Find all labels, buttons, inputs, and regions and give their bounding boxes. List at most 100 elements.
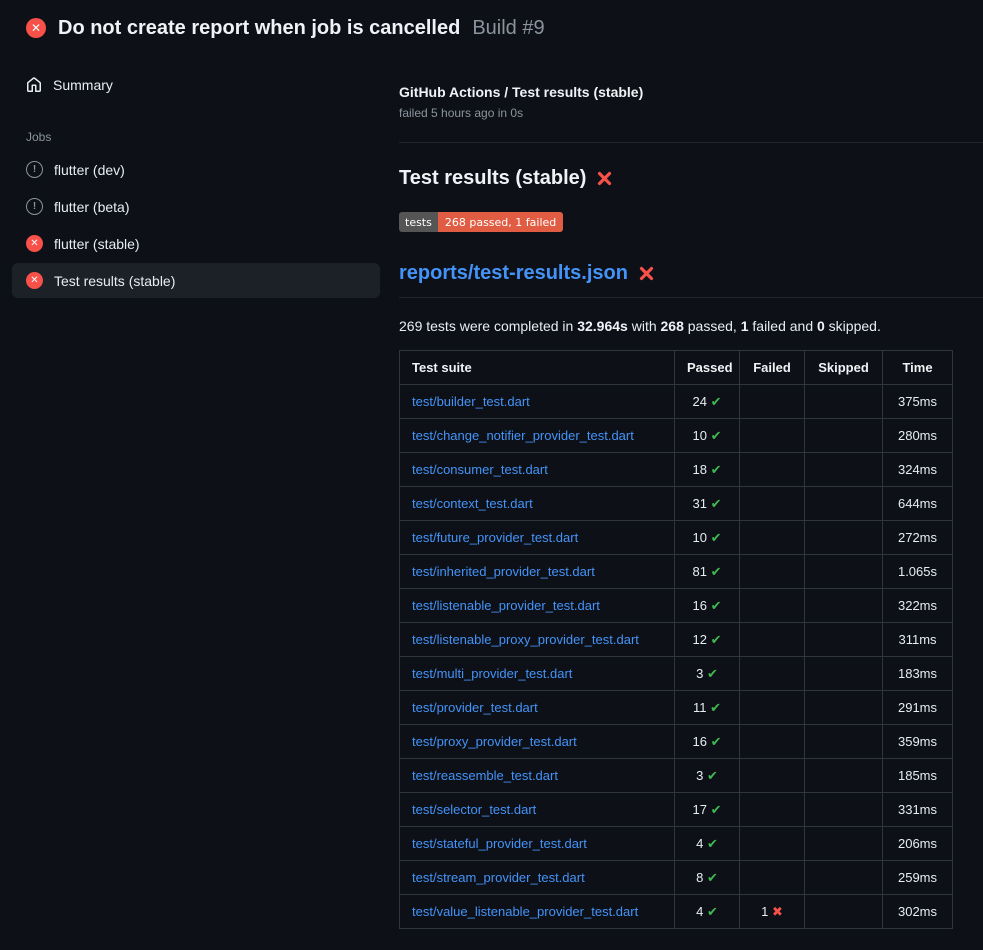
sidebar-item-test-results-stable[interactable]: ✕ Test results (stable) <box>12 263 380 298</box>
failed-cell <box>740 521 805 555</box>
report-file-link[interactable]: reports/test-results.json <box>399 262 628 285</box>
sidebar-item-label: flutter (stable) <box>54 236 140 252</box>
skipped-cell <box>805 657 883 691</box>
column-header-passed: Passed <box>675 351 740 385</box>
passed-cell: 16 ✔ <box>675 589 740 623</box>
skipped-cell <box>805 555 883 589</box>
sidebar-item-flutter-stable[interactable]: ✕ flutter (stable) <box>12 226 380 261</box>
table-row: test/listenable_proxy_provider_test.dart… <box>400 623 953 657</box>
skipped-cell <box>805 827 883 861</box>
test-suite-link[interactable]: test/stream_provider_test.dart <box>412 870 585 885</box>
column-header-skipped: Skipped <box>805 351 883 385</box>
skipped-cell <box>805 623 883 657</box>
passed-cell: 11 ✔ <box>675 691 740 725</box>
check-icon: ✔ <box>711 564 722 579</box>
skipped-cell <box>805 895 883 929</box>
skipped-cell <box>805 691 883 725</box>
badge-value: 268 passed, 1 failed <box>438 212 563 232</box>
check-icon: ✔ <box>707 904 718 919</box>
time-cell: 185ms <box>883 759 953 793</box>
skipped-cell <box>805 861 883 895</box>
failed-cell <box>740 385 805 419</box>
failed-cell <box>740 623 805 657</box>
sidebar-item-flutter-beta[interactable]: ! flutter (beta) <box>12 189 380 224</box>
x-circle-fill-icon: ✕ <box>26 272 43 289</box>
suite-cell: test/inherited_provider_test.dart <box>400 555 675 589</box>
failed-cell <box>740 657 805 691</box>
skipped-cell <box>805 385 883 419</box>
time-cell: 1.065s <box>883 555 953 589</box>
skipped-cell <box>805 725 883 759</box>
sidebar-item-label: flutter (dev) <box>54 162 125 178</box>
test-suite-link[interactable]: test/context_test.dart <box>412 496 533 511</box>
test-suite-link[interactable]: test/consumer_test.dart <box>412 462 548 477</box>
suite-cell: test/provider_test.dart <box>400 691 675 725</box>
check-icon: ✔ <box>711 802 722 817</box>
suite-cell: test/consumer_test.dart <box>400 453 675 487</box>
sidebar-item-flutter-dev[interactable]: ! flutter (dev) <box>12 152 380 187</box>
time-cell: 302ms <box>883 895 953 929</box>
table-row: test/builder_test.dart24 ✔375ms <box>400 385 953 419</box>
skipped-cell <box>805 487 883 521</box>
failed-cell <box>740 759 805 793</box>
test-suite-link[interactable]: test/builder_test.dart <box>412 394 530 409</box>
main-content: GitHub Actions / Test results (stable) f… <box>399 84 983 929</box>
failed-cell <box>740 793 805 827</box>
passed-cell: 81 ✔ <box>675 555 740 589</box>
test-summary-line: 269 tests were completed in 32.964s with… <box>399 318 983 334</box>
check-icon: ✔ <box>707 666 718 681</box>
test-suite-link[interactable]: test/proxy_provider_test.dart <box>412 734 577 749</box>
skipped-cell <box>805 453 883 487</box>
check-icon: ✔ <box>711 496 722 511</box>
time-cell: 280ms <box>883 419 953 453</box>
suite-cell: test/context_test.dart <box>400 487 675 521</box>
time-cell: 291ms <box>883 691 953 725</box>
failed-x-icon <box>638 265 655 282</box>
table-row: test/multi_provider_test.dart3 ✔183ms <box>400 657 953 691</box>
test-suite-link[interactable]: test/selector_test.dart <box>412 802 536 817</box>
tests-badge: tests 268 passed, 1 failed <box>399 212 563 232</box>
time-cell: 272ms <box>883 521 953 555</box>
build-number: Build #9 <box>472 17 544 40</box>
test-suite-link[interactable]: test/future_provider_test.dart <box>412 530 578 545</box>
sidebar-item-summary[interactable]: Summary <box>12 68 380 102</box>
test-suite-link[interactable]: test/inherited_provider_test.dart <box>412 564 595 579</box>
summary-passed-count: 268 <box>661 318 684 334</box>
table-row: test/proxy_provider_test.dart16 ✔359ms <box>400 725 953 759</box>
failed-cell <box>740 691 805 725</box>
check-icon: ✔ <box>711 394 722 409</box>
test-suite-link[interactable]: test/stateful_provider_test.dart <box>412 836 587 851</box>
check-icon: ✔ <box>711 734 722 749</box>
passed-cell: 17 ✔ <box>675 793 740 827</box>
failed-cell <box>740 453 805 487</box>
check-icon: ✔ <box>710 700 721 715</box>
passed-cell: 12 ✔ <box>675 623 740 657</box>
failed-cell <box>740 861 805 895</box>
table-row: test/stream_provider_test.dart8 ✔259ms <box>400 861 953 895</box>
passed-cell: 18 ✔ <box>675 453 740 487</box>
suite-cell: test/stream_provider_test.dart <box>400 861 675 895</box>
suite-cell: test/builder_test.dart <box>400 385 675 419</box>
skipped-cell <box>805 589 883 623</box>
test-suite-link[interactable]: test/provider_test.dart <box>412 700 538 715</box>
failed-cell: 1 ✖ <box>740 895 805 929</box>
test-suite-link[interactable]: test/change_notifier_provider_test.dart <box>412 428 634 443</box>
home-icon <box>26 77 42 93</box>
passed-cell: 16 ✔ <box>675 725 740 759</box>
test-suite-link[interactable]: test/reassemble_test.dart <box>412 768 558 783</box>
table-row: test/provider_test.dart 11 ✔ 291ms <box>400 691 953 725</box>
test-suite-link[interactable]: test/value_listenable_provider_test.dart <box>412 904 638 919</box>
sidebar-item-label: flutter (beta) <box>54 199 129 215</box>
failed-cell <box>740 725 805 759</box>
summary-text: with <box>628 318 661 334</box>
suite-cell: test/selector_test.dart <box>400 793 675 827</box>
check-icon: ✔ <box>711 462 722 477</box>
summary-text: skipped. <box>825 318 881 334</box>
time-cell: 644ms <box>883 487 953 521</box>
passed-cell: 3 ✔ <box>675 657 740 691</box>
table-row: test/listenable_provider_test.dart16 ✔32… <box>400 589 953 623</box>
test-suite-link[interactable]: test/multi_provider_test.dart <box>412 666 572 681</box>
test-suite-link[interactable]: test/listenable_provider_test.dart <box>412 598 600 613</box>
suite-cell: test/proxy_provider_test.dart <box>400 725 675 759</box>
test-suite-link[interactable]: test/listenable_proxy_provider_test.dart <box>412 632 639 647</box>
